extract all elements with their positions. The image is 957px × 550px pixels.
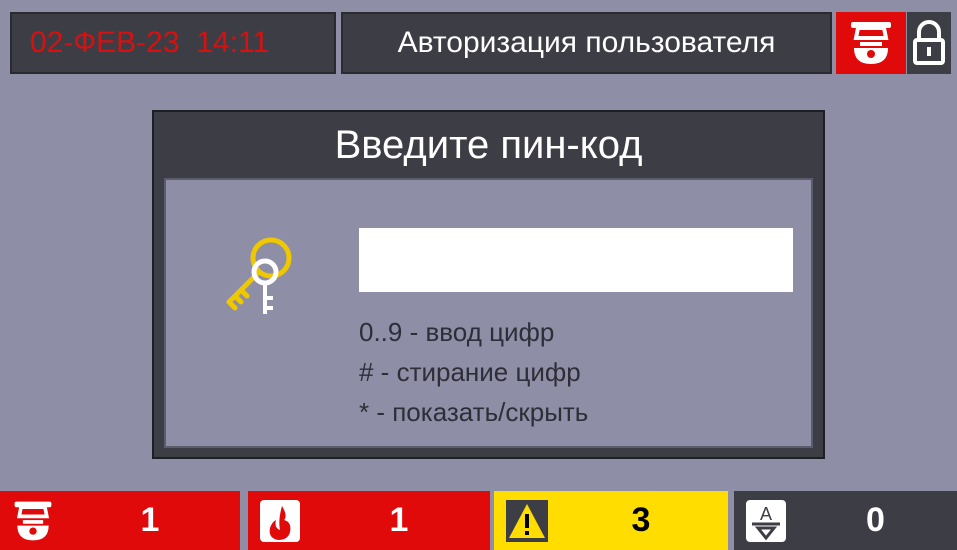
- fire-alarm-detector-icon: [851, 22, 891, 64]
- fire-alarm-counter[interactable]: 1: [0, 491, 240, 550]
- fire-count: 1: [389, 501, 409, 539]
- service-counter[interactable]: A 0: [734, 491, 957, 550]
- fire-alarm-count: 1: [140, 501, 160, 539]
- fire-alarm-indicator[interactable]: [836, 12, 906, 74]
- lock-indicator[interactable]: [907, 12, 951, 74]
- service-count: 0: [866, 501, 885, 539]
- top-bar: 02-ФЕВ-23 14:11 Авторизация пользователя: [0, 0, 957, 82]
- lock-icon: [913, 20, 945, 65]
- status-bar: 1 1 3 A 0: [0, 491, 957, 550]
- hint-erase: # - стирание цифр: [359, 357, 581, 387]
- pin-input[interactable]: [359, 228, 793, 292]
- dialog-title: Введите пин-код: [334, 123, 643, 167]
- screen-title: Авторизация пользователя: [341, 12, 832, 74]
- dialog-body: 0..9 - ввод цифр # - стирание цифр * - п…: [164, 178, 813, 448]
- fire-flame-icon: [260, 500, 300, 542]
- warning-count: 3: [631, 501, 651, 539]
- keys-icon: [226, 237, 292, 314]
- hint-digits: 0..9 - ввод цифр: [359, 317, 555, 347]
- pin-dialog: Введите пин-код 0..9 - ввод цифр # - сти…: [152, 110, 825, 459]
- warning-counter[interactable]: 3: [494, 491, 728, 550]
- datetime-display: 02-ФЕВ-23 14:11: [10, 12, 336, 74]
- hint-show-hide: * - показать/скрыть: [359, 397, 589, 427]
- fire-counter[interactable]: 1: [248, 491, 490, 550]
- service-arrow-icon: A: [746, 500, 786, 542]
- warning-triangle-icon: [506, 500, 548, 542]
- fire-alarm-detector-icon: [14, 501, 52, 541]
- svg-text:A: A: [760, 504, 772, 524]
